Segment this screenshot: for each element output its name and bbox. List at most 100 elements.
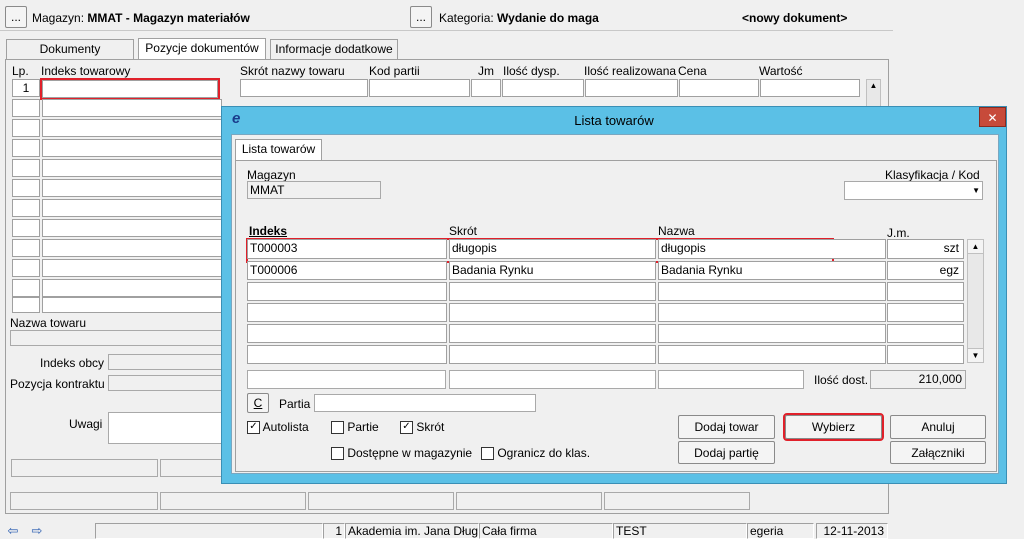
indeks-obcy-field[interactable] [108, 354, 222, 370]
uwagi-textarea[interactable] [108, 412, 222, 444]
column-indeks[interactable]: Indeks [249, 224, 287, 238]
tab-lista-towarow[interactable]: Lista towarów [235, 139, 322, 161]
header-cena: Cena [678, 64, 707, 78]
skrot-nazwy-input[interactable] [240, 79, 368, 97]
scroll-down-icon[interactable]: ▼ [968, 348, 983, 362]
nazwa-towaru-field [10, 330, 222, 346]
ilosc-realizowana-input[interactable] [585, 79, 678, 97]
list-cell[interactable] [247, 303, 447, 322]
autolista-checkbox[interactable]: ✓ Autolista [247, 420, 309, 435]
skrot-checkbox[interactable]: ✓ Skrót [400, 420, 444, 435]
column-nazwa[interactable]: Nazwa [658, 224, 695, 238]
ilosc-dysp-cell [502, 79, 584, 97]
list-cell[interactable] [887, 324, 964, 343]
scroll-up-icon[interactable]: ▲ [867, 80, 880, 92]
new-document-label: <nowy dokument> [742, 11, 848, 25]
list-cell[interactable] [658, 282, 886, 301]
zalaczniki-button[interactable]: Załączniki [890, 441, 986, 464]
list-cell[interactable] [449, 282, 656, 301]
list-cell[interactable] [449, 345, 656, 364]
dialog-empty-rows [247, 282, 965, 364]
row-skrot[interactable]: długopis [449, 239, 656, 259]
magazyn-picker-button[interactable]: ... [5, 6, 27, 28]
scroll-up-icon[interactable]: ▲ [968, 240, 983, 254]
list-cell[interactable] [247, 324, 447, 343]
filter-nazwa-input[interactable] [658, 370, 804, 389]
list-cell[interactable] [658, 345, 886, 364]
status-date: 12-11-2013 [816, 523, 888, 539]
grid-row-cell [12, 99, 40, 117]
tab-pozycje-dokumentow[interactable]: Pozycje dokumentów [138, 38, 266, 60]
dialog-titlebar[interactable]: e Lista towarów ✕ [222, 107, 1006, 133]
ogranicz-label: Ogranicz do klas. [497, 446, 591, 460]
indeks-towarowy-input[interactable] [40, 78, 220, 100]
arrow-left-icon[interactable]: ⇦ [4, 523, 22, 538]
column-skrot[interactable]: Skrót [449, 224, 477, 238]
clear-button[interactable]: C [247, 393, 269, 413]
anuluj-button[interactable]: Anuluj [890, 415, 986, 439]
close-icon[interactable]: ✕ [979, 107, 1006, 127]
grid-row-cell [42, 139, 222, 157]
tab-dokumenty[interactable]: Dokumenty [6, 39, 134, 59]
row-jm[interactable]: egz [887, 261, 964, 280]
list-cell[interactable] [887, 303, 964, 322]
list-cell[interactable] [247, 345, 447, 364]
klasyfikacja-label: Klasyfikacja / Kod [885, 168, 980, 182]
grid-row-cell [12, 297, 40, 313]
dostepne-label: Dostępne w magazynie [347, 446, 473, 460]
grid-row-cell [42, 297, 222, 313]
nazwa-towaru-label: Nazwa towaru [10, 316, 87, 330]
partie-checkbox[interactable]: Partie [331, 420, 379, 435]
partia-label: Partia [279, 397, 311, 411]
chevron-down-icon[interactable]: ▼ [972, 186, 980, 195]
kategoria-value: Wydanie do maga [497, 11, 599, 25]
list-cell[interactable] [449, 324, 656, 343]
ogranicz-checkbox[interactable]: Ogranicz do klas. [481, 446, 591, 461]
magazyn-field: Magazyn: MMAT - Magazyn materiałów [32, 11, 250, 25]
magazyn-field: MMAT [247, 181, 381, 199]
column-jm[interactable]: J.m. [887, 226, 910, 240]
grid-row-cell [42, 259, 222, 277]
header-wartosc: Wartość [759, 64, 803, 78]
list-scrollbar[interactable]: ▲ ▼ [967, 239, 984, 363]
klasyfikacja-select[interactable]: ▼ [844, 181, 983, 200]
list-cell[interactable] [247, 282, 447, 301]
checkbox-unchecked-icon[interactable] [481, 447, 494, 461]
summary-field [160, 459, 222, 477]
arrow-right-icon[interactable]: ⇨ [28, 523, 46, 538]
list-cell[interactable] [449, 303, 656, 322]
dialog-body: Lista towarów Magazyn MMAT Klasyfikacja … [231, 134, 999, 474]
list-cell[interactable] [887, 282, 964, 301]
row-skrot[interactable]: Badania Rynku [449, 261, 656, 280]
tab-informacje-dodatkowe[interactable]: Informacje dodatkowe [270, 39, 398, 59]
filter-skrot-input[interactable] [449, 370, 656, 389]
list-cell[interactable] [658, 303, 886, 322]
row-indeks[interactable]: T000003 [247, 239, 447, 259]
row-indeks[interactable]: T000006 [247, 261, 447, 280]
pozycja-kontraktu-field[interactable] [108, 375, 222, 391]
row-lp: 1 [12, 79, 40, 97]
dodaj-partie-button[interactable]: Dodaj partię [678, 441, 775, 464]
checkbox-checked-icon[interactable]: ✓ [247, 421, 260, 435]
dostepne-checkbox[interactable]: Dostępne w magazynie [331, 446, 473, 461]
grid-row-cell [12, 119, 40, 137]
row-nazwa[interactable]: Badania Rynku [658, 261, 886, 280]
row-nazwa[interactable]: długopis [658, 239, 886, 259]
checkbox-checked-icon[interactable]: ✓ [400, 421, 413, 435]
checkbox-unchecked-icon[interactable] [331, 421, 344, 435]
dodaj-towar-button[interactable]: Dodaj towar [678, 415, 775, 439]
header-lp: Lp. [12, 64, 29, 78]
checkbox-unchecked-icon[interactable] [331, 447, 344, 461]
kod-partii-input[interactable] [369, 79, 470, 97]
list-cell[interactable] [658, 324, 886, 343]
row-jm[interactable]: szt [887, 239, 964, 259]
partia-input[interactable] [314, 394, 536, 412]
wybierz-button[interactable]: Wybierz [783, 413, 884, 441]
filter-indeks-input[interactable] [247, 370, 446, 389]
kategoria-picker-button[interactable]: ... [410, 6, 432, 28]
grid-row-cell [42, 99, 222, 117]
document-header: ... Magazyn: MMAT - Magazyn materiałów .… [0, 4, 893, 31]
magazyn-value: MMAT - Magazyn materiałów [87, 11, 250, 25]
jm-input[interactable] [471, 79, 501, 97]
list-cell[interactable] [887, 345, 964, 364]
